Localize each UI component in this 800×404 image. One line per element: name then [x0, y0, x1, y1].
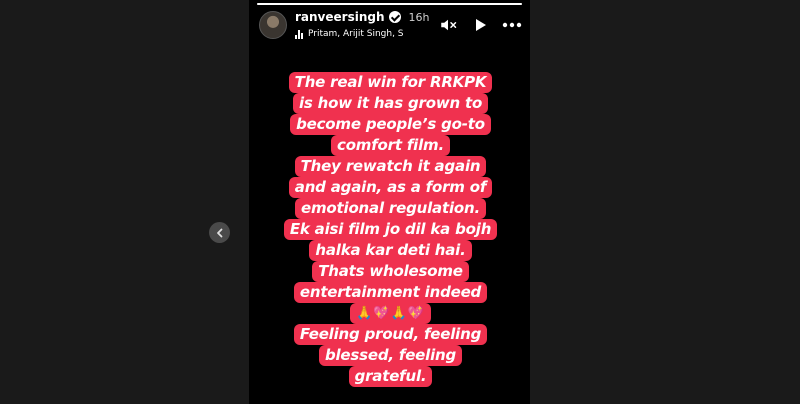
story-text-line: They rewatch it again — [294, 156, 487, 177]
mute-button[interactable] — [438, 15, 458, 35]
verified-badge-icon — [388, 11, 401, 23]
play-icon — [476, 19, 486, 31]
story-emoji-line: 🙏💖🙏💖 — [350, 303, 431, 324]
story-text-line: Ek aisi film jo dil ka bojh — [283, 219, 498, 240]
story-text-block: The real win for RRKPK is how it has gro… — [263, 72, 518, 387]
story-text-line: Thats wholesome — [312, 261, 469, 282]
mute-icon — [441, 19, 457, 31]
story-header: ranveersingh 16h Pritam, Arijit Singh, S — [259, 8, 522, 42]
story-text-line: The real win for RRKPK — [288, 72, 493, 93]
story-text-line: emotional regulation. — [295, 198, 486, 219]
previous-story-button[interactable] — [209, 222, 230, 243]
story-progress-bar — [257, 3, 522, 5]
username[interactable]: ranveersingh — [295, 10, 385, 24]
music-bars-icon — [295, 29, 303, 39]
story-progress-fill — [257, 3, 522, 5]
more-options-button[interactable] — [502, 15, 522, 35]
music-attribution[interactable]: Pritam, Arijit Singh, S — [295, 27, 432, 41]
avatar[interactable] — [259, 11, 287, 39]
story-text-line: is how it has grown to — [292, 93, 489, 114]
story-text-line: become people’s go-to — [290, 114, 491, 135]
play-button[interactable] — [470, 15, 490, 35]
story-meta: ranveersingh 16h Pritam, Arijit Singh, S — [295, 9, 432, 41]
story-text-line: Feeling proud, feeling — [293, 324, 488, 345]
more-options-icon — [502, 22, 522, 28]
chevron-left-icon — [216, 228, 222, 237]
music-label: Pritam, Arijit Singh, S — [308, 29, 404, 39]
story-controls — [438, 15, 522, 35]
time-ago: 16h — [408, 10, 430, 24]
story-text-line: blessed, feeling — [318, 345, 463, 366]
story-text-line: grateful. — [348, 366, 433, 387]
story-text-line: and again, as a form of — [288, 177, 493, 198]
story-text-line: comfort film. — [331, 135, 450, 156]
story-text-line: entertainment indeed — [293, 282, 488, 303]
story-text-line: halka kar deti hai. — [309, 240, 472, 261]
